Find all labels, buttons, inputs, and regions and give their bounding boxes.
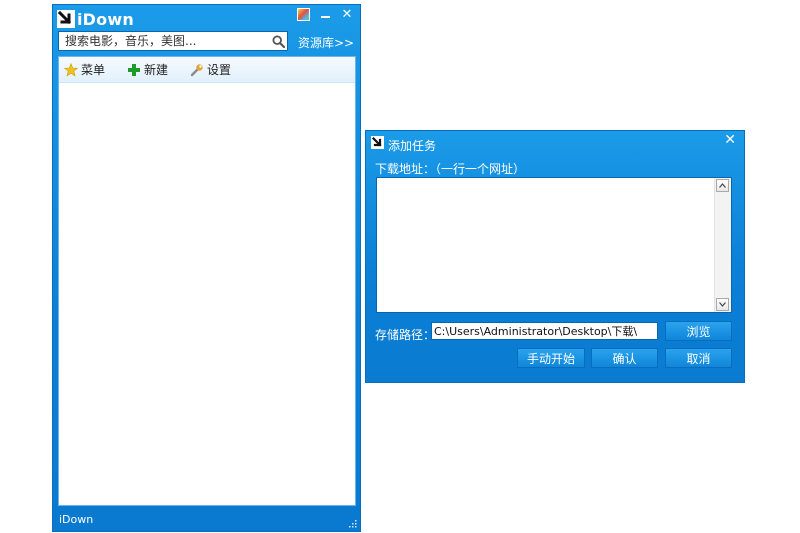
url-label: 下载地址：（一行一个网址）	[375, 162, 526, 176]
task-list-panel: 菜单 新建 设置	[58, 56, 356, 506]
app-title: iDown	[77, 9, 134, 29]
close-icon[interactable]: ✕	[724, 132, 736, 148]
arrow-icon	[57, 10, 75, 28]
add-task-dialog: 添加任务 ✕ 下载地址：（一行一个网址） 存储路径： 浏览 手动开始 确认 取消	[365, 130, 745, 383]
url-textarea[interactable]	[377, 178, 715, 312]
search-box	[58, 31, 288, 51]
search-input[interactable]	[59, 33, 269, 49]
toolbar: 菜单 新建 设置	[59, 57, 355, 83]
path-label: 存储路径：	[375, 328, 436, 342]
wrench-icon	[190, 63, 203, 76]
close-button[interactable]: ✕	[338, 6, 356, 22]
url-area	[376, 177, 732, 313]
minimize-button[interactable]	[316, 6, 334, 22]
scroll-down-button[interactable]	[716, 298, 729, 311]
search-icon[interactable]	[269, 32, 287, 50]
scroll-up-button[interactable]	[716, 179, 729, 192]
star-icon	[64, 62, 78, 76]
browse-button[interactable]: 浏览	[665, 321, 732, 341]
arrow-icon	[371, 136, 384, 149]
chevron-up-icon	[719, 183, 726, 188]
plus-icon	[128, 63, 141, 76]
minimize-icon	[320, 16, 330, 18]
resource-library-link[interactable]: 资源库>>	[298, 34, 354, 51]
resize-grip-icon[interactable]	[349, 520, 357, 528]
new-label: 新建	[144, 63, 169, 77]
skin-icon	[296, 7, 310, 21]
menu-button[interactable]: 菜单	[64, 61, 105, 78]
main-window: iDown ✕ 资源库>> 菜单	[52, 4, 361, 532]
chevron-down-icon	[719, 302, 726, 307]
cancel-button[interactable]: 取消	[665, 348, 732, 368]
settings-label: 设置	[207, 63, 232, 77]
settings-button[interactable]: 设置	[190, 61, 231, 78]
confirm-button[interactable]: 确认	[591, 348, 658, 368]
new-button[interactable]: 新建	[127, 61, 168, 78]
skin-button[interactable]	[294, 6, 312, 22]
status-bar-text: iDown	[59, 513, 94, 526]
close-icon: ✕	[341, 6, 353, 22]
path-input[interactable]	[431, 322, 658, 340]
manual-start-button[interactable]: 手动开始	[517, 348, 585, 368]
dialog-title: 添加任务	[388, 139, 437, 153]
menu-label: 菜单	[81, 63, 106, 77]
window-controls: ✕	[294, 6, 356, 22]
app-logo: iDown	[57, 8, 134, 30]
vertical-scrollbar[interactable]	[714, 178, 731, 312]
